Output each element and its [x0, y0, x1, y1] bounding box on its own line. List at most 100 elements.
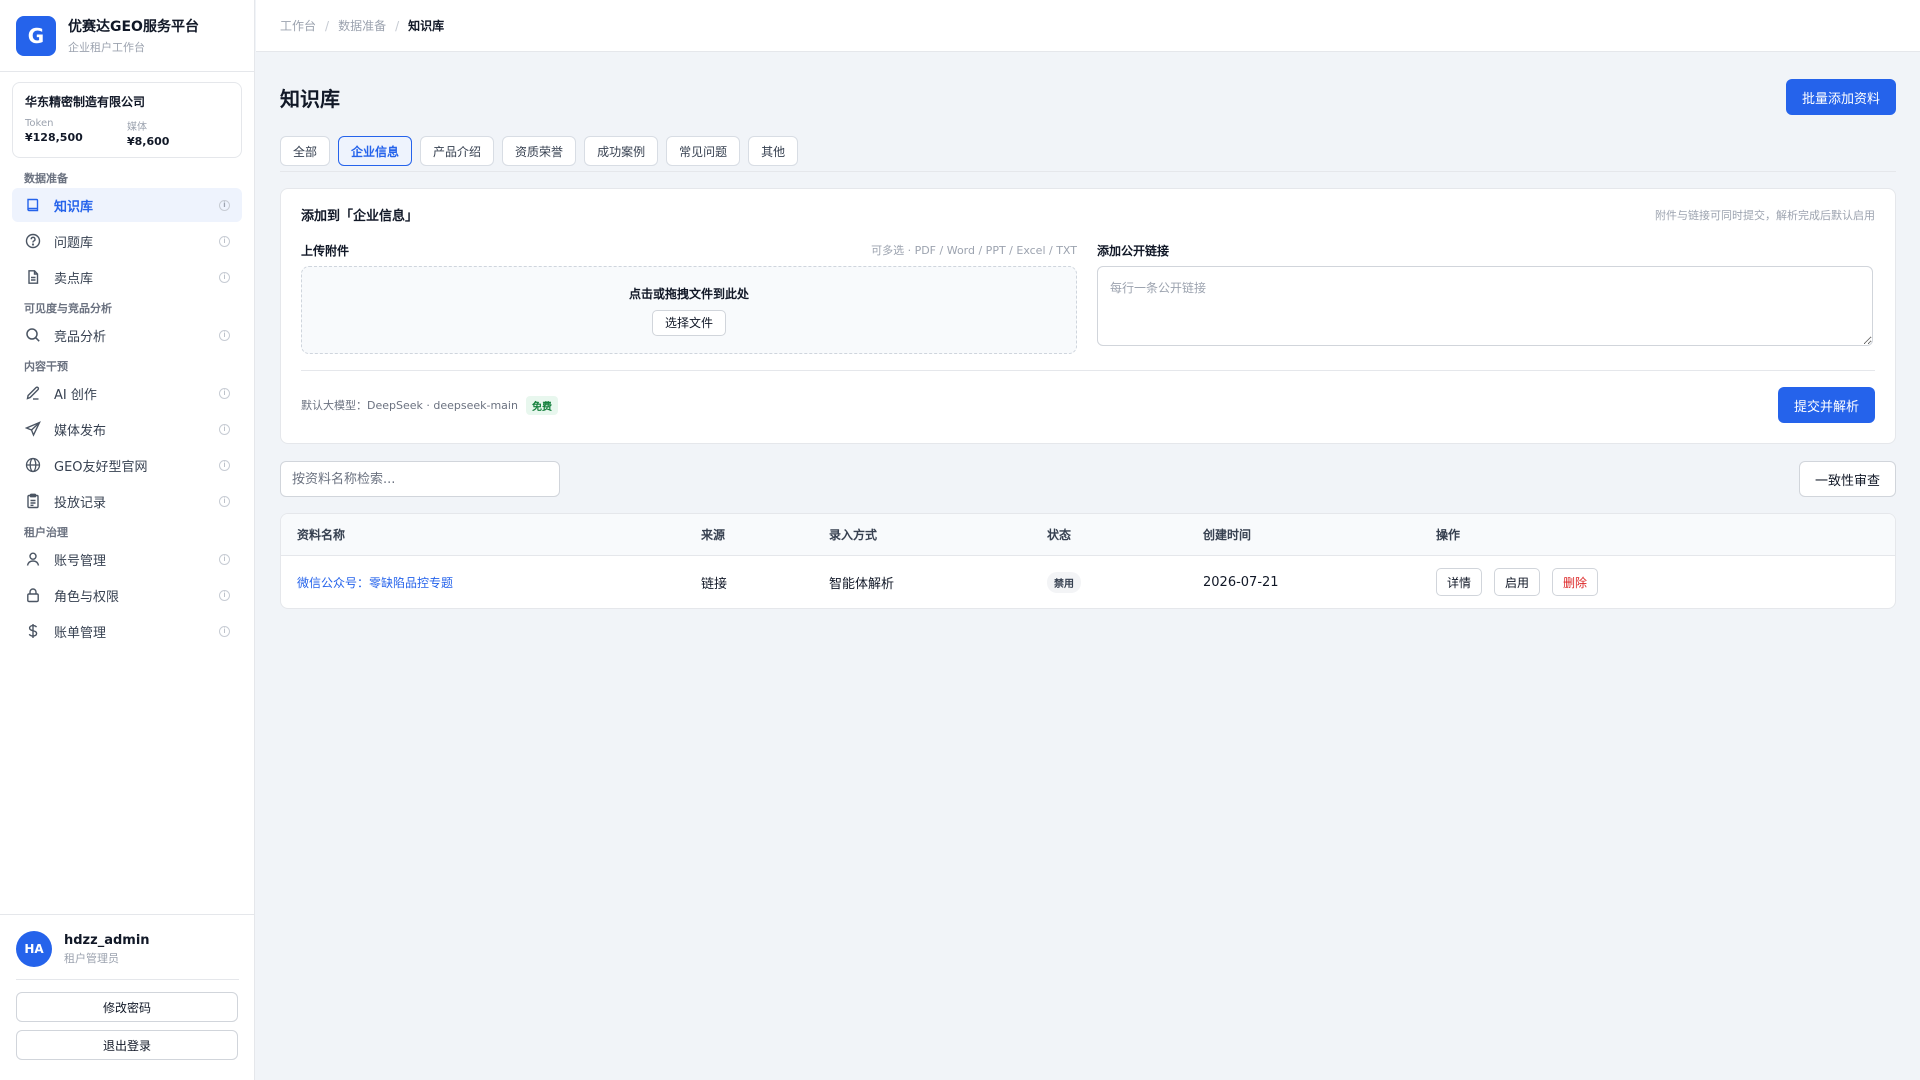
- avatar: HA: [16, 931, 52, 967]
- sidebar-item-label: 投放记录: [54, 495, 107, 511]
- sidebar-item-label: 角色与权限: [54, 589, 120, 605]
- breadcrumb-item-workbench[interactable]: 工作台: [280, 17, 316, 34]
- enable-button[interactable]: 启用: [1494, 568, 1541, 596]
- nav-group-data-prep: 数据准备: [24, 172, 68, 185]
- divider: [301, 370, 1875, 371]
- document-icon: [24, 268, 42, 286]
- nav-group-tenant-governance: 租户治理: [24, 526, 68, 539]
- tenant-card: 华东精密制造有限公司 Token ¥128,500 媒体 ¥8,600: [12, 82, 242, 158]
- material-name-link[interactable]: 微信公众号：零缺陷品控专题: [297, 576, 453, 590]
- sidebar-item-geo-website[interactable]: GEO友好型官网 i: [12, 448, 242, 482]
- info-icon[interactable]: i: [219, 553, 230, 565]
- sidebar-item-ai-create[interactable]: AI 创作 i: [12, 376, 242, 410]
- status-badge: 禁用: [1047, 571, 1081, 593]
- default-model-text: 默认大模型：DeepSeek · deepseek-main: [301, 399, 518, 412]
- globe-icon: [24, 456, 42, 474]
- tab-product-intro[interactable]: 产品介绍: [420, 136, 495, 166]
- tenant-name: 华东精密制造有限公司: [25, 95, 146, 109]
- tab-company-info[interactable]: 企业信息: [338, 136, 413, 166]
- pen-icon: [24, 384, 42, 402]
- col-header-created: 创建时间: [1203, 528, 1252, 542]
- sidebar-item-knowledge-base[interactable]: 知识库 i: [12, 188, 242, 222]
- brand: G 优赛达GEO服务平台 企业租户工作台: [0, 0, 254, 72]
- file-dropzone[interactable]: 点击或拖拽文件到此处 选择文件: [301, 266, 1077, 354]
- main-area: 工作台 / 数据准备 / 知识库 知识库 批量添加资料 全部 企业信息 产品介绍…: [256, 0, 1920, 1080]
- logout-button[interactable]: 退出登录: [16, 1030, 238, 1060]
- dropzone-text: 点击或拖拽文件到此处: [628, 286, 749, 301]
- sidebar-item-label: 卖点库: [54, 271, 94, 287]
- sidebar-item-label: 知识库: [54, 199, 94, 215]
- sidebar-item-label: 竞品分析: [54, 329, 107, 345]
- materials-table: 资料名称 来源 录入方式 状态 创建时间 操作 微信公众号：零缺陷品控专题 链接…: [280, 513, 1896, 609]
- media-value: ¥8,600: [127, 135, 170, 148]
- info-icon[interactable]: i: [219, 235, 230, 247]
- info-icon[interactable]: i: [219, 199, 230, 211]
- sidebar-item-roles[interactable]: 角色与权限 i: [12, 578, 242, 612]
- cell-source: 链接: [701, 576, 728, 592]
- info-icon[interactable]: i: [219, 625, 230, 637]
- sidebar-item-media-publish[interactable]: 媒体发布 i: [12, 412, 242, 446]
- brand-subtitle: 企业租户工作台: [68, 41, 145, 54]
- breadcrumb-current: 知识库: [408, 19, 445, 33]
- breadcrumb: 工作台 / 数据准备 / 知识库: [256, 0, 1920, 52]
- table-header: 资料名称 来源 录入方式 状态 创建时间 操作: [281, 514, 1895, 556]
- user-panel: HA hdzz_admin 租户管理员 修改密码 退出登录: [0, 914, 255, 1080]
- tab-qualifications[interactable]: 资质荣誉: [502, 136, 577, 166]
- bulk-add-button[interactable]: 批量添加资料: [1785, 79, 1896, 115]
- tab-faq[interactable]: 常见问题: [666, 136, 741, 166]
- breadcrumb-item-data-prep[interactable]: 数据准备: [338, 17, 386, 34]
- info-icon[interactable]: i: [219, 329, 230, 341]
- upload-card-hint: 附件与链接可同时提交，解析完成后默认启用: [1655, 208, 1875, 222]
- tab-success-cases[interactable]: 成功案例: [584, 136, 659, 166]
- col-header-name: 资料名称: [297, 528, 346, 542]
- delete-button[interactable]: 删除: [1552, 568, 1599, 596]
- dollar-icon: [24, 622, 42, 640]
- sidebar-item-competitor-analysis[interactable]: 竞品分析 i: [12, 318, 242, 352]
- sidebar-item-label: 账单管理: [54, 625, 107, 641]
- change-password-button[interactable]: 修改密码: [16, 992, 238, 1022]
- sidebar-item-label: AI 创作: [54, 387, 97, 403]
- col-header-actions: 操作: [1436, 528, 1461, 542]
- token-label: Token: [25, 118, 54, 129]
- sidebar-item-label: 账号管理: [54, 553, 107, 569]
- public-links-input[interactable]: [1097, 266, 1873, 346]
- detail-button[interactable]: 详情: [1436, 568, 1483, 596]
- question-circle-icon: [24, 232, 42, 250]
- table-row: 微信公众号：零缺陷品控专题 链接 智能体解析 禁用 2026-07-21 详情 …: [281, 556, 1895, 608]
- attach-label: 上传附件: [301, 243, 350, 258]
- sidebar-item-accounts[interactable]: 账号管理 i: [12, 542, 242, 576]
- search-icon: [24, 326, 42, 344]
- brand-logo: G: [16, 15, 56, 56]
- info-icon[interactable]: i: [219, 589, 230, 601]
- col-header-method: 录入方式: [829, 528, 878, 542]
- sidebar-item-delivery-records[interactable]: 投放记录 i: [12, 484, 242, 518]
- tab-other[interactable]: 其他: [748, 136, 799, 166]
- free-badge: 免费: [525, 395, 558, 415]
- token-value: ¥128,500: [25, 131, 83, 144]
- sidebar-item-billing[interactable]: 账单管理 i: [12, 614, 242, 648]
- send-icon: [24, 420, 42, 438]
- search-input[interactable]: [280, 461, 560, 497]
- info-icon[interactable]: i: [219, 271, 230, 283]
- sidebar-item-question-base[interactable]: 问题库 i: [12, 224, 242, 258]
- sidebar-item-selling-points[interactable]: 卖点库 i: [12, 260, 242, 294]
- tab-all[interactable]: 全部: [280, 136, 331, 166]
- upload-card-title: 添加到「企业信息」: [301, 209, 419, 224]
- submit-parse-button[interactable]: 提交并解析: [1777, 387, 1875, 423]
- col-header-source: 来源: [701, 528, 726, 542]
- sidebar-item-label: 问题库: [54, 235, 94, 251]
- divider: [16, 979, 239, 980]
- media-label: 媒体: [127, 122, 147, 133]
- info-icon[interactable]: i: [219, 423, 230, 435]
- user-role: 租户管理员: [64, 951, 119, 965]
- user-name: hdzz_admin: [64, 932, 150, 948]
- clipboard-icon: [24, 492, 42, 510]
- info-icon[interactable]: i: [219, 387, 230, 399]
- choose-file-button[interactable]: 选择文件: [651, 309, 726, 336]
- col-header-status: 状态: [1047, 528, 1072, 542]
- consistency-review-button[interactable]: 一致性审查: [1798, 461, 1896, 497]
- info-icon[interactable]: i: [219, 459, 230, 471]
- book-icon: [24, 196, 42, 214]
- info-icon[interactable]: i: [219, 495, 230, 507]
- user-icon: [24, 550, 42, 568]
